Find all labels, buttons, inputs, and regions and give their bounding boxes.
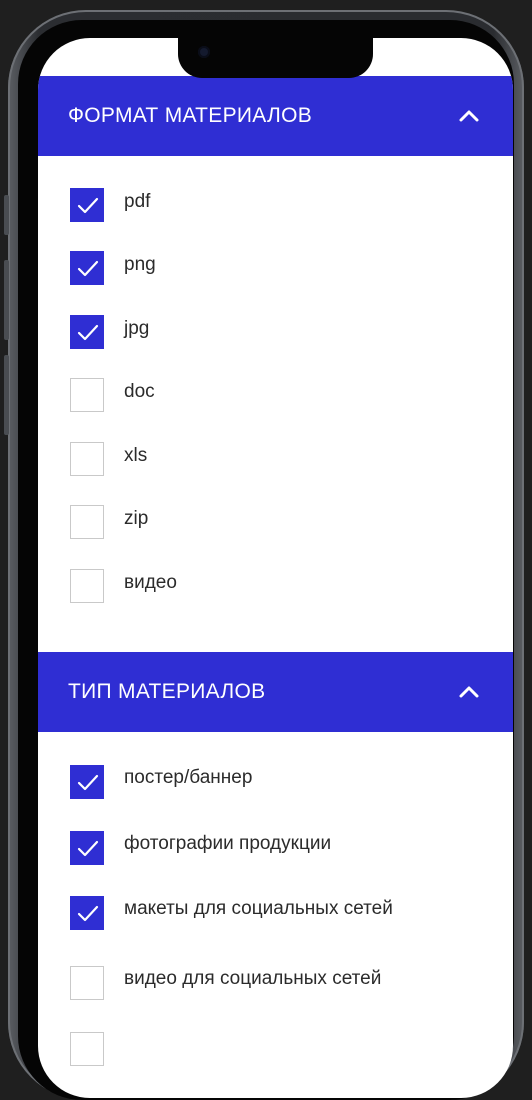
checkbox[interactable] xyxy=(70,966,104,1000)
option-label: zip xyxy=(124,508,149,529)
checkbox[interactable] xyxy=(70,505,104,539)
checkbox[interactable] xyxy=(70,831,104,865)
checkbox[interactable] xyxy=(70,188,104,222)
phone-screen: ФОРМАТ МАТЕРИАЛОВ pdf png jpg doc xls zip виде… xyxy=(38,38,513,1098)
mute-switch xyxy=(4,195,9,235)
checkbox[interactable] xyxy=(70,251,104,285)
option-label: фотографии продукции xyxy=(124,833,332,854)
option-label: макеты для социальных сетей xyxy=(124,898,393,919)
section-header-type[interactable]: ТИП МАТЕРИАЛОВ xyxy=(38,652,513,732)
volume-down-button xyxy=(4,355,9,435)
checkbox[interactable] xyxy=(70,765,104,799)
checkmark-icon xyxy=(77,905,99,922)
volume-up-button xyxy=(4,260,9,340)
checkmark-icon xyxy=(77,774,99,791)
option-label: doc xyxy=(124,381,155,402)
section-title-type: ТИП МАТЕРИАЛОВ xyxy=(68,680,266,703)
option-label: видео xyxy=(124,572,177,593)
checkmark-icon xyxy=(77,324,99,341)
option-label: jpg xyxy=(124,318,150,339)
checkbox[interactable] xyxy=(70,569,104,603)
checkbox[interactable] xyxy=(70,442,104,476)
chevron-up-icon[interactable] xyxy=(458,681,480,703)
notch xyxy=(178,38,373,78)
option-label: видео для социальных сетей xyxy=(124,968,382,989)
checkbox[interactable] xyxy=(70,378,104,412)
checkmark-icon xyxy=(77,840,99,857)
option-label: pdf xyxy=(124,191,151,212)
section-title-format: ФОРМАТ МАТЕРИАЛОВ xyxy=(68,104,313,127)
checkmark-icon xyxy=(77,260,99,277)
checkmark-icon xyxy=(77,197,99,214)
checkbox[interactable] xyxy=(70,315,104,349)
option-label: xls xyxy=(124,445,148,466)
option-label: постер/баннер xyxy=(124,767,253,788)
checkbox[interactable] xyxy=(70,1032,104,1066)
checkbox[interactable] xyxy=(70,896,104,930)
camera-icon xyxy=(198,46,210,58)
section-header-format[interactable]: ФОРМАТ МАТЕРИАЛОВ xyxy=(38,76,513,156)
chevron-up-icon[interactable] xyxy=(458,105,480,127)
option-label: png xyxy=(124,254,156,275)
